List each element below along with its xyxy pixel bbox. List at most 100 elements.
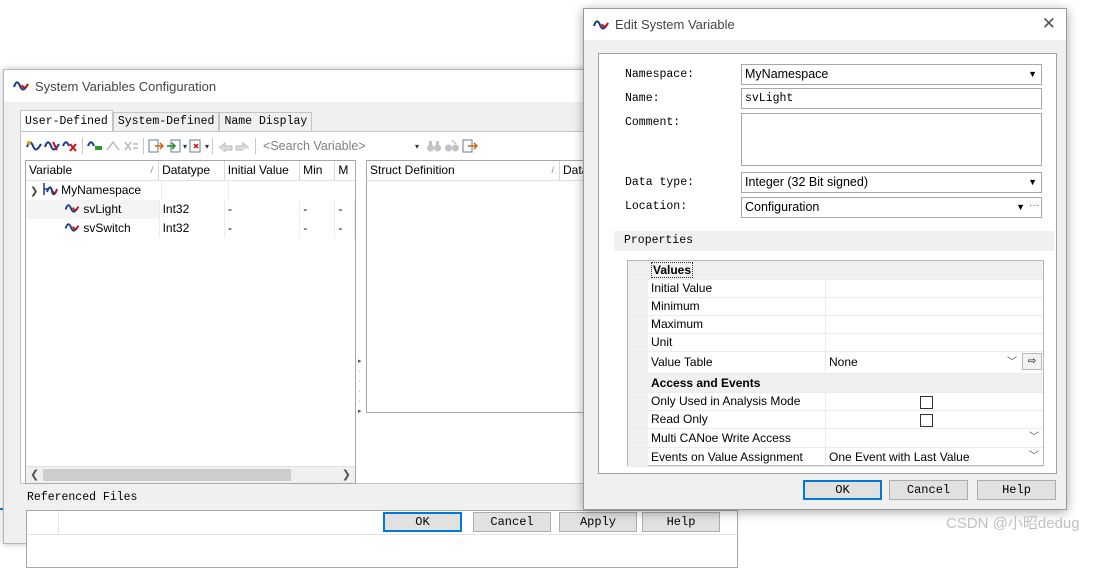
chevron-down-icon[interactable]: ﹀ (1007, 352, 1017, 373)
ok-button[interactable]: OK (383, 512, 462, 532)
row-gutter (628, 261, 648, 280)
comment-textarea[interactable] (741, 113, 1042, 166)
new-variable-icon[interactable] (25, 138, 43, 154)
property-name: Multi CANoe Write Access (648, 429, 826, 448)
add-struct-icon[interactable] (86, 138, 104, 154)
search-variable-input[interactable]: <Search Variable> (263, 139, 415, 153)
column-header-variable[interactable]: Variable / (26, 161, 160, 181)
ok-button[interactable]: OK (803, 480, 882, 500)
property-value (826, 411, 1043, 429)
tab-user-defined[interactable]: User-Defined (20, 110, 113, 131)
ellipsis-icon[interactable]: ··· (1029, 196, 1039, 215)
cell-datatype: Int32 (160, 200, 226, 219)
help-button[interactable]: Help (977, 480, 1056, 500)
property-row-multi-canoe[interactable]: Multi CANoe Write Access ﹀ (628, 429, 1043, 448)
column-header-struct-definition[interactable]: Struct Definition / (367, 161, 560, 181)
property-row-only-analysis[interactable]: Only Used in Analysis Mode (628, 393, 1043, 411)
scroll-left-icon[interactable]: ❮ (30, 468, 39, 481)
chevron-down-icon[interactable]: ❯ (30, 186, 38, 197)
property-grid: Values Initial Value Minimum Maximum Uni… (627, 260, 1044, 467)
column-header-min[interactable]: Min (300, 161, 336, 181)
namespace-select[interactable]: MyNamespace ▼ (741, 64, 1042, 85)
table-row[interactable]: svLight Int32 - - - (26, 200, 355, 219)
property-row-initial-value[interactable]: Initial Value (628, 280, 1043, 298)
column-header-max[interactable]: M (335, 161, 355, 181)
row-gutter (628, 352, 648, 374)
go-to-icon[interactable] (461, 138, 479, 154)
namespace-value: MyNamespace (745, 67, 829, 81)
row-gutter (628, 429, 648, 448)
system-variable-icon (593, 19, 609, 29)
multi-canoe-select[interactable]: ﹀ (826, 429, 1043, 448)
toolbar-separator (82, 138, 83, 154)
row-gutter (628, 393, 648, 411)
property-value[interactable] (826, 334, 1043, 352)
filter-icon[interactable] (187, 138, 205, 154)
sort-icon: / (150, 165, 154, 175)
chevron-down-icon[interactable]: ﹀ (1029, 429, 1039, 447)
column-header-datatype[interactable]: Datatype (159, 161, 225, 181)
import-icon[interactable] (147, 138, 165, 154)
column-header-initial-value[interactable]: Initial Value (225, 161, 301, 181)
variable-name: svSwitch (83, 221, 131, 235)
row-gutter (628, 374, 648, 393)
variable-settings-panel: Namespace: MyNamespace ▼ Name: svLight C… (598, 53, 1057, 474)
tab-name-display[interactable]: Name Display (219, 112, 313, 131)
namespace-label: MyNamespace (61, 183, 142, 197)
property-row-minimum[interactable]: Minimum (628, 298, 1043, 316)
redo-icon (234, 138, 252, 154)
table-row[interactable]: svSwitch Int32 - - - (26, 219, 355, 238)
cancel-button[interactable]: Cancel (473, 512, 551, 532)
property-value: One Event with Last Value (829, 450, 970, 464)
title-bar: Edit System Variable ✕ (584, 9, 1066, 40)
edit-struct-icon (104, 138, 122, 154)
cell-initial-value: - (225, 219, 301, 238)
only-analysis-checkbox[interactable] (920, 396, 933, 409)
tree-row-namespace[interactable]: ❯ MyNamespace (26, 181, 355, 200)
sort-icon: / (551, 165, 554, 175)
help-button[interactable]: Help (642, 512, 720, 532)
horizontal-scrollbar[interactable]: ❮ ❯ (26, 466, 355, 483)
open-value-table-icon[interactable]: ⇨ (1022, 353, 1042, 370)
location-select[interactable]: Configuration ▼ ··· (741, 197, 1042, 218)
category-access-events[interactable]: Access and Events (628, 374, 1043, 393)
cell-datatype (162, 181, 229, 200)
property-value[interactable] (826, 298, 1043, 316)
property-row-value-table[interactable]: Value Table None ﹀ ⇨ (628, 352, 1043, 374)
watermark: CSDN @小昭dedug (946, 515, 1080, 532)
find-next-icon (443, 138, 461, 154)
property-row-events-assignment[interactable]: Events on Value Assignment One Event wit… (628, 448, 1043, 467)
events-assignment-select[interactable]: One Event with Last Value ﹀ (826, 448, 1043, 467)
export-icon[interactable] (165, 138, 183, 154)
property-row-read-only[interactable]: Read Only (628, 411, 1043, 429)
delete-variable-icon[interactable] (61, 138, 79, 154)
cell-datatype: Int32 (160, 219, 226, 238)
property-row-unit[interactable]: Unit (628, 334, 1043, 352)
find-icon (425, 138, 443, 154)
apply-button[interactable]: Apply (559, 512, 637, 532)
search-dropdown-icon[interactable]: ▾ (415, 142, 419, 151)
property-value[interactable] (826, 280, 1043, 298)
row-gutter (628, 448, 648, 467)
category-values[interactable]: Values (628, 261, 1043, 280)
datatype-value: Integer (32 Bit signed) (745, 175, 868, 189)
datatype-select[interactable]: Integer (32 Bit signed) ▼ (741, 172, 1042, 193)
scroll-right-icon[interactable]: ❯ (342, 468, 351, 481)
toolbar-separator (212, 138, 214, 154)
close-icon[interactable]: ✕ (1042, 14, 1056, 34)
dropdown-arrow-icon: ▼ (1016, 202, 1025, 212)
variable-icon (64, 223, 80, 232)
value-table-select[interactable]: None ﹀ ⇨ (826, 352, 1043, 374)
edit-variable-icon[interactable] (43, 138, 61, 154)
scrollbar-thumb[interactable] (43, 469, 291, 481)
filter-dropdown-icon[interactable]: ▾ (205, 142, 209, 151)
cell-variable: svLight (26, 200, 160, 219)
property-value[interactable] (826, 316, 1043, 334)
chevron-down-icon[interactable]: ﹀ (1029, 448, 1039, 466)
name-input[interactable]: svLight (741, 88, 1042, 109)
read-only-checkbox[interactable] (920, 414, 933, 427)
property-row-maximum[interactable]: Maximum (628, 316, 1043, 334)
cancel-button[interactable]: Cancel (889, 480, 968, 500)
splitter-handle[interactable]: ▸ · · · · ▸ (358, 357, 362, 417)
tab-system-defined[interactable]: System-Defined (112, 112, 220, 131)
